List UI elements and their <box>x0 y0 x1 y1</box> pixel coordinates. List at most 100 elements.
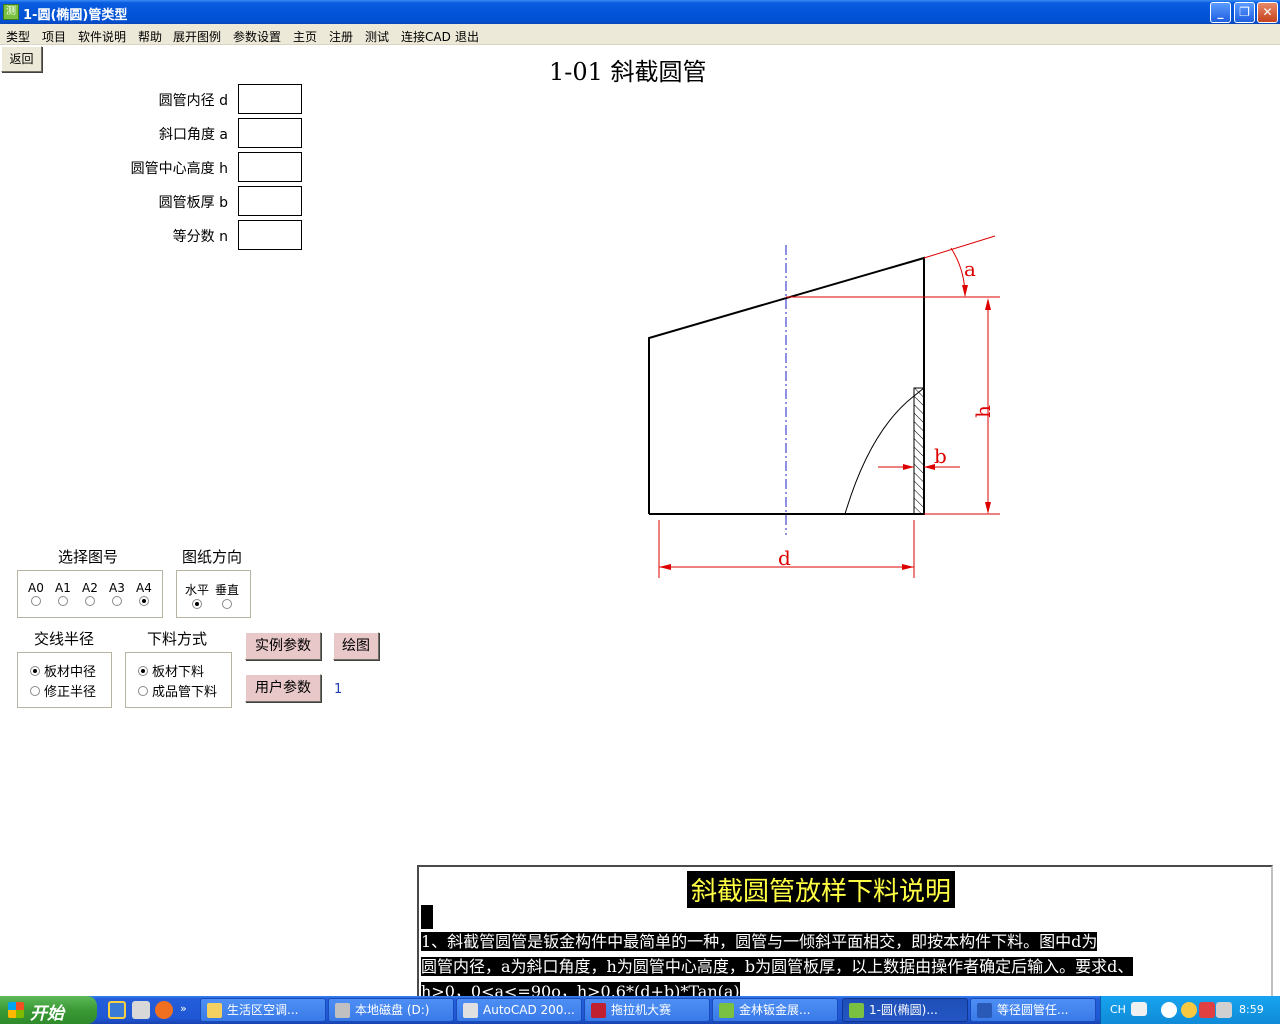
paper-size-group: A0 A1 A2 A3 A4 <box>17 570 163 618</box>
orientation-group: 水平 垂直 <box>176 570 251 618</box>
task-item-1[interactable]: 生活区空调... <box>200 998 326 1022</box>
title-bar: 测 1-圆(椭圆)管类型 _ ❐ ✕ <box>0 0 1280 24</box>
windows-flag-icon <box>8 1002 24 1018</box>
cutting-option-plate[interactable]: 板材下料 <box>138 661 204 680</box>
radio-vertical[interactable] <box>222 599 232 609</box>
draw-button[interactable]: 绘图 <box>333 632 379 660</box>
dim-label-h: h <box>971 405 995 418</box>
param-label-divisions: 等分数 n <box>172 229 228 245</box>
orientation-option-horizontal[interactable]: 水平 <box>185 581 209 612</box>
menu-item-software-info[interactable]: 软件说明 <box>78 28 126 45</box>
quicklaunch-chevron-icon[interactable]: » <box>180 1002 187 1015</box>
intersect-radius-group: 板材中径 修正半径 <box>17 652 112 708</box>
radius-option-corrected[interactable]: 修正半径 <box>30 681 96 700</box>
paper-option-a0[interactable]: A0 <box>28 581 44 609</box>
radius-option-mid[interactable]: 板材中径 <box>30 661 96 680</box>
description-body: 1、斜截管圆管是钣金构件中最简单的一种，圆管与一倾斜平面相交，即按本构件下料。图… <box>421 929 1267 996</box>
angle-input[interactable] <box>238 118 302 148</box>
orientation-title: 图纸方向 <box>182 548 243 566</box>
menu-item-exit[interactable]: 退出 <box>455 28 479 45</box>
radio-horizontal[interactable] <box>192 599 202 609</box>
description-marker <box>421 905 433 929</box>
task-item-4[interactable]: 拖拉机大赛 <box>584 998 710 1022</box>
menu-item-param-settings[interactable]: 参数设置 <box>233 28 281 45</box>
tray-expand-icon[interactable] <box>1161 1002 1177 1018</box>
clock: 8:59 <box>1239 1003 1264 1016</box>
back-button[interactable]: 返回 <box>1 46 42 72</box>
start-button[interactable]: 开始 <box>0 996 97 1024</box>
task-item-6-active[interactable]: 1-圆(椭圆)... <box>842 998 968 1022</box>
window-title: 1-圆(椭圆)管类型 <box>23 8 128 23</box>
menu-item-project[interactable]: 项目 <box>42 28 66 45</box>
radio-a4[interactable] <box>138 596 149 606</box>
radio-pipe-cutting[interactable] <box>138 685 148 696</box>
menu-item-home[interactable]: 主页 <box>293 28 317 45</box>
close-button[interactable]: ✕ <box>1257 2 1278 23</box>
diameter-input[interactable] <box>238 84 302 114</box>
menu-item-test[interactable]: 测试 <box>365 28 389 45</box>
description-line-2: 圆管内径，a为斜口角度，h为圆管中心高度，b为圆管板厚，以上数据由操作者确定后输… <box>421 957 1134 976</box>
task-item-3[interactable]: AutoCAD 200... <box>456 998 582 1022</box>
cutting-mode-group: 板材下料 成品管下料 <box>125 652 232 708</box>
radio-a0[interactable] <box>30 596 41 606</box>
paper-size-title: 选择图号 <box>58 548 119 566</box>
task-item-7[interactable]: 等径圆管任... <box>970 998 1096 1022</box>
network-icon[interactable] <box>1216 1002 1232 1018</box>
qq-icon[interactable] <box>1199 1002 1215 1018</box>
cutting-option-pipe[interactable]: 成品管下料 <box>138 681 217 700</box>
menu-item-connect-cad[interactable]: 连接CAD <box>401 28 451 45</box>
paper-option-a3[interactable]: A3 <box>109 581 125 609</box>
paper-option-a1[interactable]: A1 <box>55 581 71 609</box>
media-icon[interactable] <box>132 1001 150 1019</box>
dim-label-a: a <box>964 257 976 281</box>
taskbar: 开始 » 生活区空调... 本地磁盘 (D:) AutoCAD 200... 拖… <box>0 996 1280 1024</box>
menu-bar: 类型 项目 软件说明 帮助 展开图例 参数设置 主页 注册 测试 连接CAD 退… <box>0 24 1280 45</box>
dim-label-b: b <box>934 444 947 468</box>
ie-icon[interactable] <box>108 1001 126 1019</box>
user-param-count: 1 <box>334 682 343 697</box>
dim-label-d: d <box>778 546 791 570</box>
thickness-input[interactable] <box>238 186 302 216</box>
tray-app-icon[interactable] <box>1181 1002 1197 1018</box>
radio-a3[interactable] <box>111 596 122 606</box>
paper-option-a4[interactable]: A4 <box>136 581 152 609</box>
radio-corrected-radius[interactable] <box>30 685 40 696</box>
paper-option-a2[interactable]: A2 <box>82 581 98 609</box>
firefox-icon[interactable] <box>155 1001 173 1019</box>
radio-mid-radius[interactable] <box>30 665 40 676</box>
minimize-button[interactable]: _ <box>1210 2 1231 23</box>
restore-button[interactable]: ❐ <box>1234 2 1255 23</box>
user-params-button[interactable]: 用户参数 <box>245 674 321 702</box>
radio-a2[interactable] <box>84 596 95 606</box>
cutting-mode-title: 下料方式 <box>147 630 208 648</box>
orientation-option-vertical[interactable]: 垂直 <box>215 581 239 612</box>
param-label-thickness: 圆管板厚 b <box>158 195 228 211</box>
task-item-5[interactable]: 金林钣金展... <box>712 998 838 1022</box>
description-line-3: h>0，0<a<=90o，h>0.6*(d+b)*Tan(a) <box>421 982 740 996</box>
page-title: 1-01 斜截圆管 <box>549 58 707 86</box>
radio-plate-cutting[interactable] <box>138 665 148 676</box>
param-label-height: 圆管中心高度 h <box>130 161 228 177</box>
menu-item-help[interactable]: 帮助 <box>138 28 162 45</box>
menu-item-type[interactable]: 类型 <box>6 28 30 45</box>
task-item-2[interactable]: 本地磁盘 (D:) <box>328 998 454 1022</box>
param-label-diameter: 圆管内径 d <box>158 93 228 109</box>
inner-curve <box>844 395 915 515</box>
menu-item-register[interactable]: 注册 <box>329 28 353 45</box>
language-indicator[interactable]: CH <box>1110 1003 1126 1016</box>
wall-hatch <box>913 387 925 515</box>
system-tray: CH 8:59 <box>1100 996 1280 1024</box>
param-label-angle: 斜口角度 a <box>158 127 228 143</box>
pipe-diagram: a h b d <box>648 235 1000 578</box>
menu-item-unfold-examples[interactable]: 展开图例 <box>173 28 221 45</box>
description-panel: 斜截圆管放样下料说明 1、斜截管圆管是钣金构件中最简单的一种，圆管与一倾斜平面相… <box>417 865 1273 996</box>
example-params-button[interactable]: 实例参数 <box>245 632 321 660</box>
description-line-1: 1、斜截管圆管是钣金构件中最简单的一种，圆管与一倾斜平面相交，即按本构件下料。图… <box>421 932 1098 951</box>
keyboard-icon[interactable] <box>1131 1002 1147 1016</box>
radio-a1[interactable] <box>57 596 68 606</box>
description-title: 斜截圆管放样下料说明 <box>687 871 956 908</box>
divisions-input[interactable] <box>238 220 302 250</box>
height-input[interactable] <box>238 152 302 182</box>
intersect-radius-title: 交线半径 <box>34 630 95 648</box>
app-icon: 测 <box>3 4 19 20</box>
